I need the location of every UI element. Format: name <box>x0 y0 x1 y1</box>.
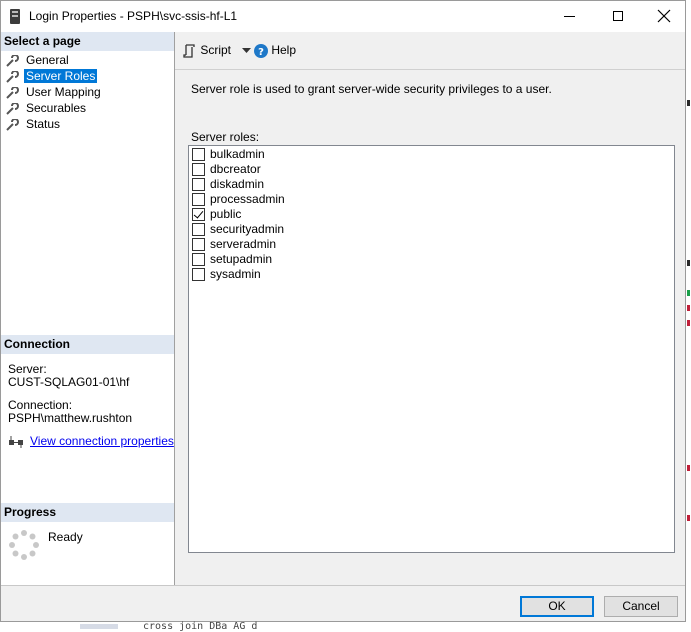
role-checkbox[interactable] <box>192 223 205 236</box>
page-item-label: Server Roles <box>24 69 98 83</box>
edge-mark <box>687 515 690 521</box>
role-checkbox[interactable] <box>192 178 205 191</box>
window-title: Login Properties - PSPH\svc-ssis-hf-L1 <box>29 9 238 23</box>
role-checkbox[interactable] <box>192 163 205 176</box>
wrench-icon <box>6 102 19 115</box>
page-item-label: Securables <box>26 101 87 115</box>
edge-mark <box>687 100 690 106</box>
role-checkbox-checked[interactable] <box>192 208 205 221</box>
server-roles-list[interactable]: bulkadmin dbcreator diskadmin processadm… <box>188 145 675 553</box>
button-bar: OK Cancel <box>1 585 685 621</box>
right-pane: Script ? Help Server role is used to gra… <box>175 32 685 585</box>
cancel-button[interactable]: Cancel <box>604 596 678 617</box>
role-label: bulkadmin <box>210 147 265 161</box>
page-item-securables[interactable]: Securables <box>6 100 103 116</box>
minimize-icon <box>564 16 575 17</box>
edge-mark <box>687 260 690 266</box>
role-checkbox[interactable] <box>192 238 205 251</box>
role-label: sysadmin <box>210 267 261 281</box>
role-label: public <box>210 207 242 221</box>
role-label: serveradmin <box>210 237 277 251</box>
connection-value: PSPH\matthew.rushton <box>8 411 133 425</box>
help-icon: ? <box>254 43 268 58</box>
page-item-status[interactable]: Status <box>6 116 103 132</box>
title-bar[interactable]: Login Properties - PSPH\svc-ssis-hf-L1 <box>1 1 685 32</box>
page-item-label: Status <box>26 117 61 131</box>
server-value: CUST-SQLAG01-01\hf <box>8 375 130 389</box>
page-item-general[interactable]: General <box>6 52 103 68</box>
script-icon <box>183 44 195 58</box>
progress-header: Progress <box>1 503 174 522</box>
role-checkbox[interactable] <box>192 253 205 266</box>
app-icon <box>10 9 20 24</box>
progress-spinner-icon <box>9 530 39 560</box>
left-pane: Select a page General Server Roles User … <box>1 32 175 585</box>
wrench-icon <box>6 118 19 131</box>
edge-mark <box>687 305 690 311</box>
role-label: setupadmin <box>210 252 273 266</box>
role-label: dbcreator <box>210 162 261 176</box>
description-text: Server role is used to grant server-wide… <box>191 82 552 96</box>
toolbar: Script ? Help <box>175 32 685 68</box>
login-properties-dialog: Login Properties - PSPH\svc-ssis-hf-L1 S… <box>0 0 686 622</box>
role-checkbox[interactable] <box>192 268 205 281</box>
background-editor-text: cross join DBa AG d <box>143 621 258 632</box>
ok-button[interactable]: OK <box>520 596 594 617</box>
view-connection-row: View connection properties <box>8 434 174 448</box>
script-button[interactable]: Script <box>183 42 252 58</box>
help-button[interactable]: ? Help <box>254 42 296 58</box>
edge-mark <box>687 465 690 471</box>
role-checkbox[interactable] <box>192 193 205 206</box>
close-button[interactable] <box>641 1 685 32</box>
edge-mark <box>687 290 690 296</box>
close-icon <box>657 9 671 23</box>
edge-mark <box>687 320 690 326</box>
page-item-user-mapping[interactable]: User Mapping <box>6 84 103 100</box>
wrench-icon <box>6 70 19 83</box>
maximize-button[interactable] <box>595 1 641 32</box>
role-label: securityadmin <box>210 222 285 236</box>
wrench-icon <box>6 54 19 67</box>
role-checkbox[interactable] <box>192 148 205 161</box>
page-item-server-roles[interactable]: Server Roles <box>6 68 103 84</box>
background-window-edge <box>686 0 691 622</box>
connection-plug-icon <box>9 435 23 448</box>
role-label: diskadmin <box>210 177 265 191</box>
page-list: General Server Roles User Mapping Secura… <box>6 52 103 132</box>
help-label: Help <box>271 43 297 57</box>
svg-text:?: ? <box>258 47 264 58</box>
page-item-label: User Mapping <box>26 85 101 99</box>
page-item-label: General <box>26 53 69 67</box>
view-connection-properties-link[interactable]: View connection properties <box>30 434 174 448</box>
role-label: processadmin <box>210 192 285 206</box>
progress-status: Ready <box>48 530 83 544</box>
connection-header: Connection <box>1 335 174 354</box>
select-page-header: Select a page <box>1 32 174 51</box>
wrench-icon <box>6 86 19 99</box>
toolbar-separator <box>175 69 685 70</box>
background-editor-block <box>80 624 118 629</box>
server-roles-label: Server roles: <box>191 130 260 144</box>
maximize-icon <box>613 11 623 21</box>
minimize-button[interactable] <box>547 1 593 32</box>
script-label: Script <box>200 43 232 57</box>
dropdown-arrow-icon[interactable] <box>242 47 252 54</box>
